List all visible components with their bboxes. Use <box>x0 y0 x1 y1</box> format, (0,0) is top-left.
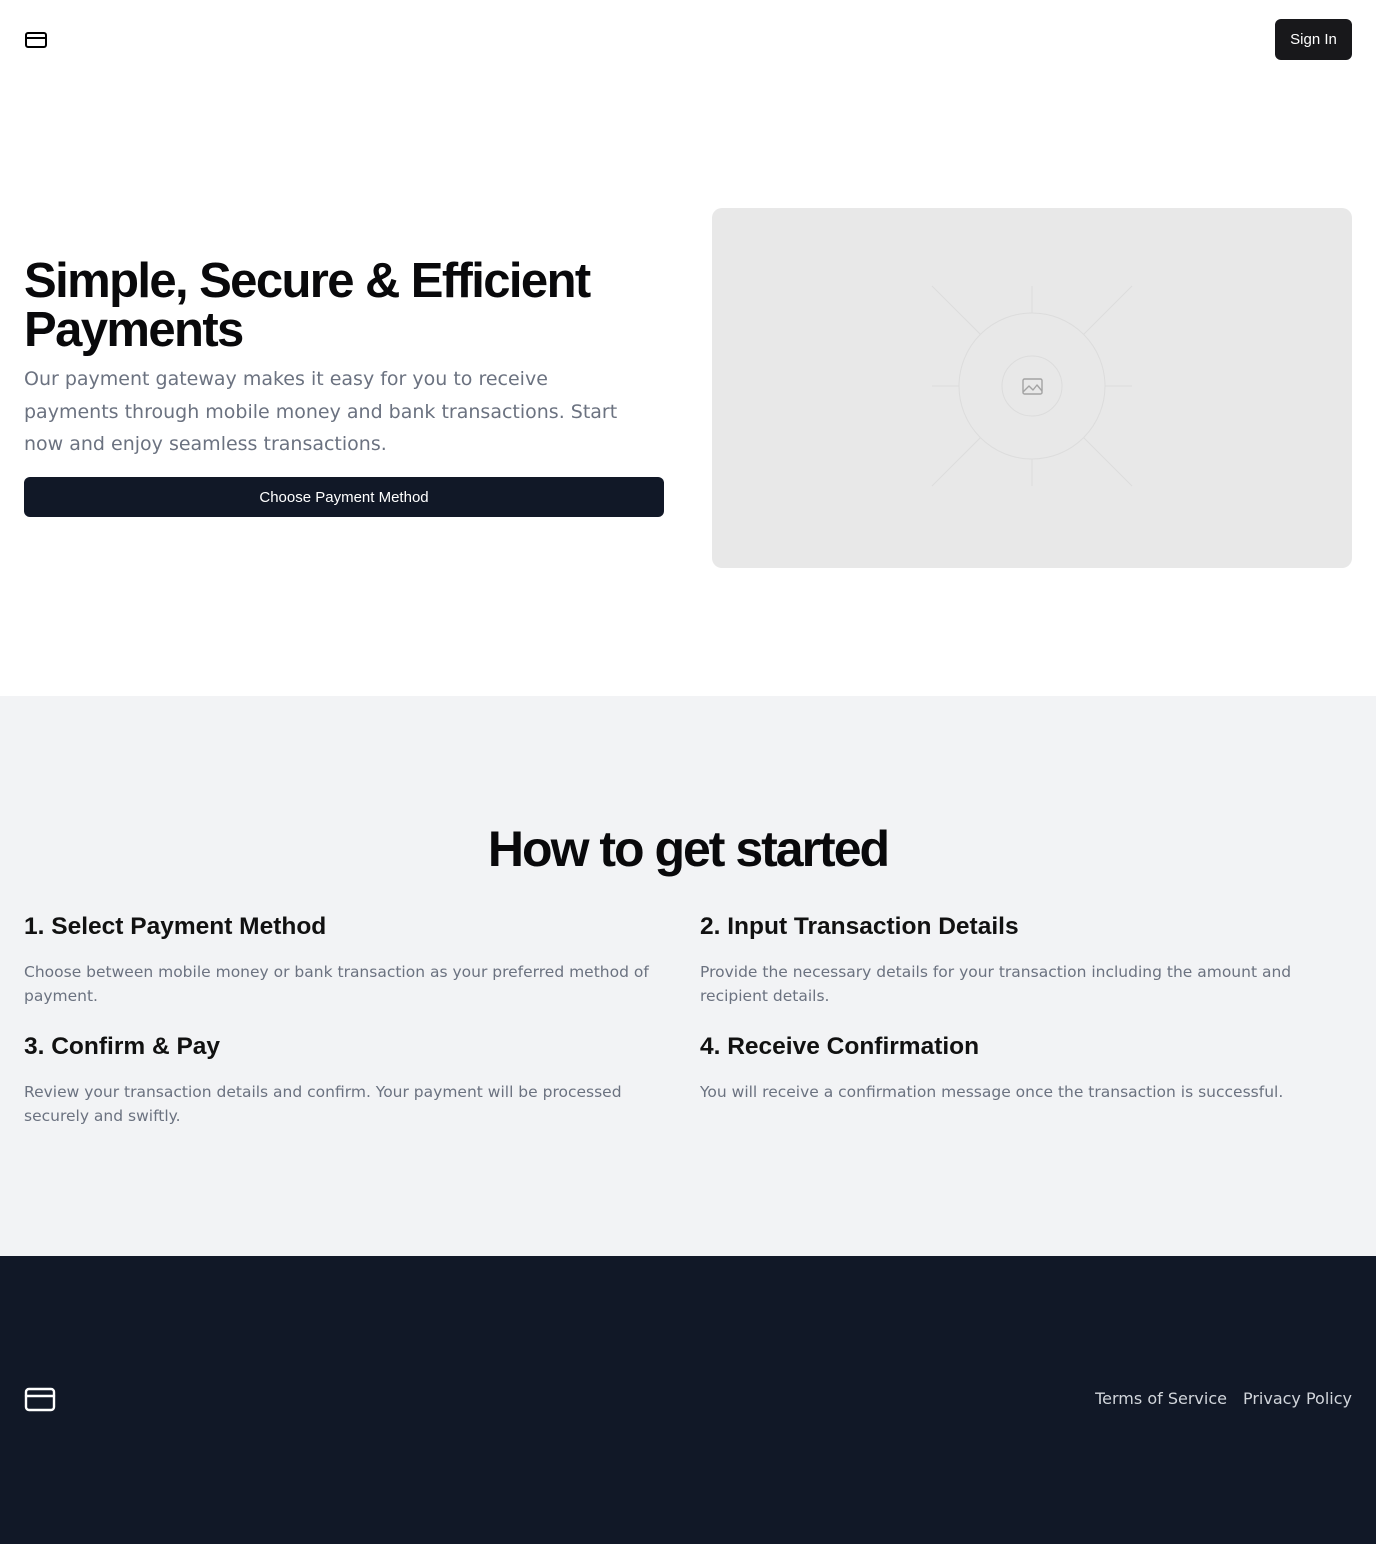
hero-description: Our payment gateway makes it easy for yo… <box>24 368 618 455</box>
step-title: 3. Confirm & Pay <box>24 1033 221 1060</box>
step-title: 4. Receive Confirmation <box>700 1033 980 1060</box>
hero-image-placeholder <box>712 208 1352 568</box>
step-title: 2. Input Transaction Details <box>700 913 1019 940</box>
terms-of-service-link[interactable]: Terms of Service <box>1095 1389 1227 1408</box>
hero-section: Simple, Secure & Efficient Payments Our … <box>0 80 1376 696</box>
site-header: Sign In <box>0 0 1376 80</box>
privacy-policy-link[interactable]: Privacy Policy <box>1243 1389 1352 1408</box>
step-3: 3. Confirm & Pay Review your transaction… <box>24 1032 676 1128</box>
step-text: Provide the necessary details for your t… <box>700 963 1292 1005</box>
credit-card-icon[interactable] <box>24 1386 56 1414</box>
site-footer: Terms of Service Privacy Policy <box>0 1256 1376 1544</box>
step-text: You will receive a confirmation message … <box>700 1083 1284 1101</box>
footer-links: Terms of Service Privacy Policy <box>1095 1389 1352 1408</box>
step-4: 4. Receive Confirmation You will receive… <box>700 1032 1352 1104</box>
getting-started-section: How to get started 1. Select Payment Met… <box>0 696 1376 1256</box>
step-text: Choose between mobile money or bank tran… <box>24 963 649 1005</box>
image-placeholder-icon <box>931 285 1133 487</box>
step-title: 1. Select Payment Method <box>24 913 327 940</box>
step-2: 2. Input Transaction Details Provide the… <box>700 912 1352 1008</box>
credit-card-icon[interactable] <box>24 28 48 52</box>
choose-payment-method-button[interactable]: Choose Payment Method <box>24 477 664 517</box>
hero-title: Simple, Secure & Efficient Payments <box>24 254 591 357</box>
step-text: Review your transaction details and conf… <box>24 1083 622 1125</box>
sign-in-button[interactable]: Sign In <box>1275 19 1352 60</box>
step-1: 1. Select Payment Method Choose between … <box>24 912 676 1008</box>
section-title: How to get started <box>487 821 890 877</box>
